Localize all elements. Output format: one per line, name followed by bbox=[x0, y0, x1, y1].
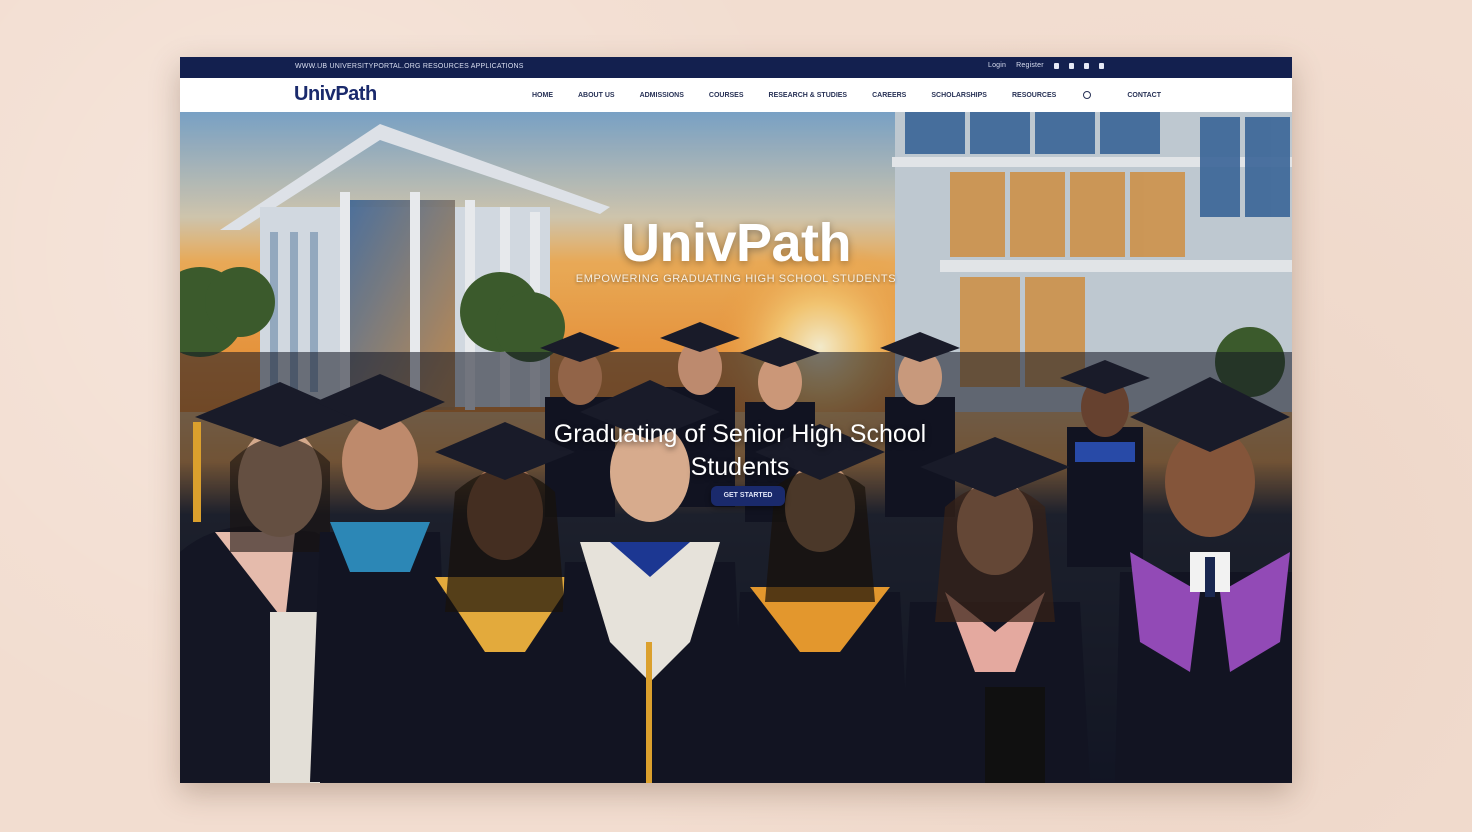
youtube-icon[interactable] bbox=[1098, 62, 1104, 69]
nav-resources[interactable]: RESOURCES bbox=[1012, 92, 1056, 99]
hero-subtitle: Graduating of Senior High School Student… bbox=[553, 420, 927, 481]
login-link[interactable]: Login bbox=[988, 62, 1006, 69]
hero-tagline: EMPOWERING GRADUATING HIGH SCHOOL STUDEN… bbox=[575, 273, 897, 285]
twitter-icon[interactable] bbox=[1068, 62, 1074, 69]
nav-admissions[interactable]: ADMISSIONS bbox=[640, 92, 684, 99]
nav-home[interactable]: HOME bbox=[532, 92, 553, 99]
nav-about[interactable]: ABOUT US bbox=[578, 92, 615, 99]
nav-courses[interactable]: COURSES bbox=[709, 92, 744, 99]
hero-title: UnivPath bbox=[620, 213, 852, 273]
hero-banner: UnivPath EMPOWERING GRADUATING HIGH SCHO… bbox=[180, 112, 1292, 783]
nav-careers[interactable]: CAREERS bbox=[872, 92, 906, 99]
site-logo[interactable]: UnivPath bbox=[294, 83, 377, 106]
search-icon[interactable] bbox=[1083, 91, 1092, 99]
nav-contact[interactable]: CONTACT bbox=[1127, 92, 1161, 99]
get-started-button[interactable]: GET STARTED bbox=[711, 486, 785, 506]
utility-text: WWW.UB UNIVERSITYPORTAL.ORG RESOURCES AP… bbox=[295, 63, 524, 70]
facebook-icon[interactable] bbox=[1053, 62, 1059, 69]
browser-screenshot: WWW.UB UNIVERSITYPORTAL.ORG RESOURCES AP… bbox=[180, 57, 1292, 783]
utility-bar: WWW.UB UNIVERSITYPORTAL.ORG RESOURCES AP… bbox=[180, 57, 1292, 78]
nav-research[interactable]: RESEARCH & STUDIES bbox=[769, 92, 848, 99]
main-nav: UnivPath HOME ABOUT US ADMISSIONS COURSE… bbox=[180, 78, 1292, 113]
nav-menu: HOME ABOUT US ADMISSIONS COURSES RESEARC… bbox=[532, 91, 1186, 99]
nav-scholarships[interactable]: SCHOLARSHIPS bbox=[931, 92, 987, 99]
utility-links: Login Register bbox=[988, 62, 1104, 69]
instagram-icon[interactable] bbox=[1083, 62, 1089, 69]
register-link[interactable]: Register bbox=[1016, 62, 1044, 69]
